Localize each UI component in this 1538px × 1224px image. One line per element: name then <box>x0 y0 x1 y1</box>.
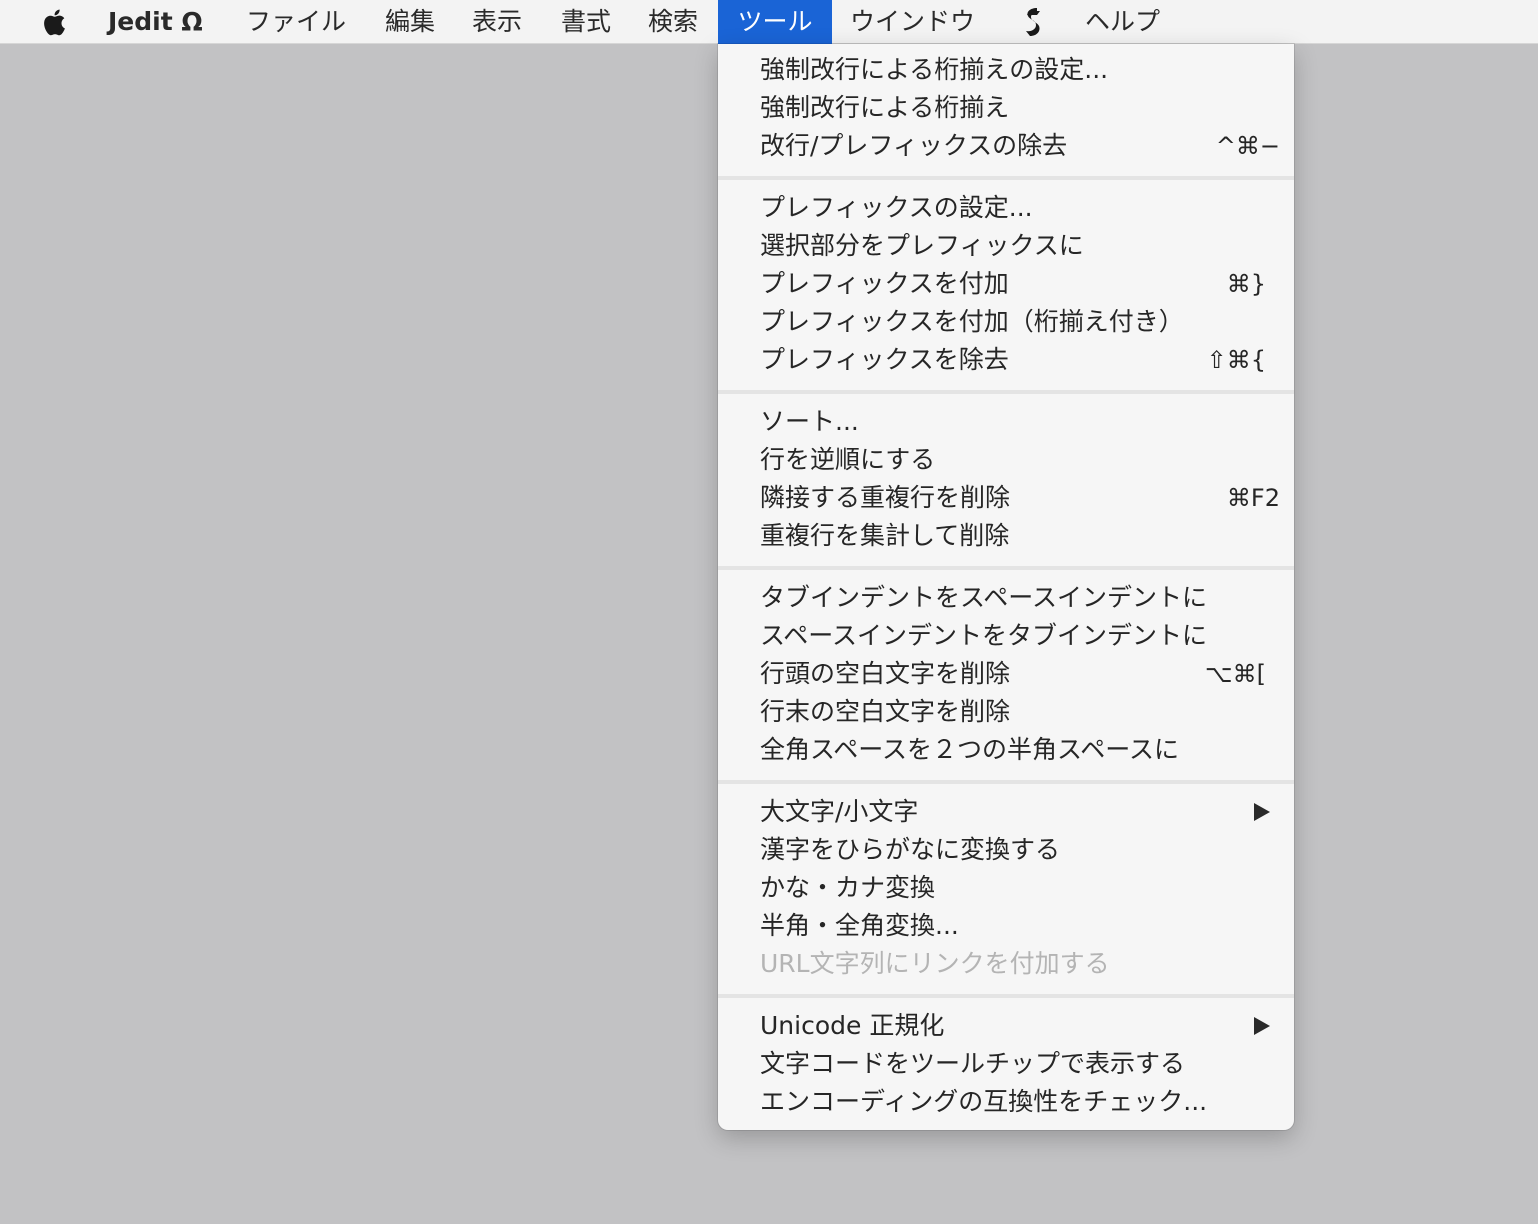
menu-item-label: エンコーディングの互換性をチェック... <box>760 1087 1208 1116</box>
menu-item-kana-convert[interactable]: かな・カナ変換 <box>718 869 1294 907</box>
menu-item-label: 隣接する重複行を削除 <box>760 483 1011 512</box>
menu-item-label: 改行/プレフィックスの除去 <box>760 131 1068 160</box>
menu-separator <box>718 780 1294 784</box>
menu-file[interactable]: ファイル <box>246 0 346 44</box>
menu-item-width-convert[interactable]: 半角・全角変換... <box>718 907 1294 945</box>
menu-separator <box>718 176 1294 180</box>
menu-item-char-code-tooltip[interactable]: 文字コードをツールチップで表示する <box>718 1045 1294 1083</box>
menu-item-kanji-to-hiragana[interactable]: 漢字をひらがなに変換する <box>718 831 1294 869</box>
menu-item-label: 強制改行による桁揃えの設定... <box>760 55 1109 84</box>
menu-item-label: 重複行を集計して削除 <box>760 521 1010 550</box>
menu-item-label: スペースインデントをタブインデントに <box>760 621 1208 650</box>
menu-item-label: 強制改行による桁揃え <box>760 93 1010 122</box>
menu-item-label: 半角・全角変換... <box>760 911 959 940</box>
menu-edit[interactable]: 編集 <box>385 0 435 44</box>
menu-item-remove-prefix[interactable]: プレフィックスを除去 ⇧⌘{ <box>718 341 1294 379</box>
menu-item-label: かな・カナ変換 <box>760 873 936 902</box>
menu-item-prefix-settings[interactable]: プレフィックスの設定... <box>718 189 1294 227</box>
shortcut-label: ⌘F2 <box>1226 484 1280 512</box>
menu-separator <box>718 566 1294 570</box>
script-icon[interactable] <box>1018 5 1048 39</box>
menu-separator <box>718 994 1294 998</box>
tools-dropdown-menu: 強制改行による桁揃えの設定... 強制改行による桁揃え 改行/プレフィックスの除… <box>718 44 1294 1130</box>
shortcut-label: ⌥⌘[ <box>1204 660 1266 688</box>
menu-item-label: プレフィックスを付加 <box>760 269 1009 298</box>
menu-item-label: 漢字をひらがなに変換する <box>760 835 1061 864</box>
menu-item-label: 行頭の空白文字を削除 <box>760 659 1011 688</box>
menu-item-space-to-tab[interactable]: スペースインデントをタブインデントに <box>718 617 1294 655</box>
menu-item-label: プレフィックスの設定... <box>760 193 1033 222</box>
menu-item-label: URL文字列にリンクを付加する <box>760 949 1110 978</box>
shortcut-label: ^⌘− <box>1215 132 1280 160</box>
menu-item-label: 大文字/小文字 <box>760 797 919 826</box>
menu-item-trim-leading[interactable]: 行頭の空白文字を削除 ⌥⌘[ <box>718 655 1294 693</box>
menu-item-label: ソート... <box>760 407 859 436</box>
menu-item-label: Unicode 正規化 <box>760 1011 945 1040</box>
shortcut-label: ⌘} <box>1226 270 1266 298</box>
menu-item-selection-to-prefix[interactable]: 選択部分をプレフィックスに <box>718 227 1294 265</box>
menu-separator <box>718 390 1294 394</box>
menu-window[interactable]: ウインドウ <box>850 0 975 44</box>
menu-item-sort[interactable]: ソート... <box>718 403 1294 441</box>
menu-format[interactable]: 書式 <box>561 0 611 44</box>
submenu-arrow-icon <box>1254 1017 1270 1035</box>
menu-item-check-encoding[interactable]: エンコーディングの互換性をチェック... <box>718 1083 1294 1121</box>
menu-item-label: プレフィックスを除去 <box>760 345 1009 374</box>
menu-item-unicode-normalize[interactable]: Unicode 正規化 <box>718 1007 1294 1045</box>
menu-view[interactable]: 表示 <box>472 0 522 44</box>
apple-icon[interactable] <box>40 5 70 39</box>
menu-search[interactable]: 検索 <box>648 0 698 44</box>
menu-item-wrap-settings[interactable]: 強制改行による桁揃えの設定... <box>718 51 1294 89</box>
menu-item-label: 文字コードをツールチップで表示する <box>760 1049 1186 1078</box>
shortcut-label: ⇧⌘{ <box>1206 346 1266 374</box>
submenu-arrow-icon <box>1254 803 1270 821</box>
menu-item-label: 行末の空白文字を削除 <box>760 697 1011 726</box>
menu-item-case[interactable]: 大文字/小文字 <box>718 793 1294 831</box>
menu-item-fullwidth-space[interactable]: 全角スペースを２つの半角スペースに <box>718 731 1294 769</box>
menu-tools[interactable]: ツール <box>718 0 832 44</box>
menu-item-label: タブインデントをスペースインデントに <box>760 583 1208 612</box>
menu-item-count-remove-duplicates[interactable]: 重複行を集計して削除 <box>718 517 1294 555</box>
menu-item-tab-to-space[interactable]: タブインデントをスペースインデントに <box>718 579 1294 617</box>
menu-item-trim-trailing[interactable]: 行末の空白文字を削除 <box>718 693 1294 731</box>
menu-item-wrap-align[interactable]: 強制改行による桁揃え <box>718 89 1294 127</box>
menu-item-label: プレフィックスを付加（桁揃え付き） <box>760 307 1184 336</box>
app-menu[interactable]: Jedit Ω <box>108 0 203 44</box>
menu-item-label: 選択部分をプレフィックスに <box>760 231 1084 260</box>
menu-item-add-prefix-aligned[interactable]: プレフィックスを付加（桁揃え付き） <box>718 303 1294 341</box>
menu-help[interactable]: ヘルプ <box>1085 0 1160 44</box>
menu-item-label: 全角スペースを２つの半角スペースに <box>760 735 1180 764</box>
menu-item-remove-newline-prefix[interactable]: 改行/プレフィックスの除去 ^⌘− <box>718 127 1294 165</box>
menu-item-add-url-links: URL文字列にリンクを付加する <box>718 945 1294 983</box>
menu-item-label: 行を逆順にする <box>760 445 936 474</box>
menu-bar: Jedit Ω ファイル 編集 表示 書式 検索 ツール ウインドウ ヘルプ <box>0 0 1538 44</box>
menu-item-add-prefix[interactable]: プレフィックスを付加 ⌘} <box>718 265 1294 303</box>
menu-item-reverse-lines[interactable]: 行を逆順にする <box>718 441 1294 479</box>
menu-item-remove-adjacent-duplicates[interactable]: 隣接する重複行を削除 ⌘F2 <box>718 479 1294 517</box>
